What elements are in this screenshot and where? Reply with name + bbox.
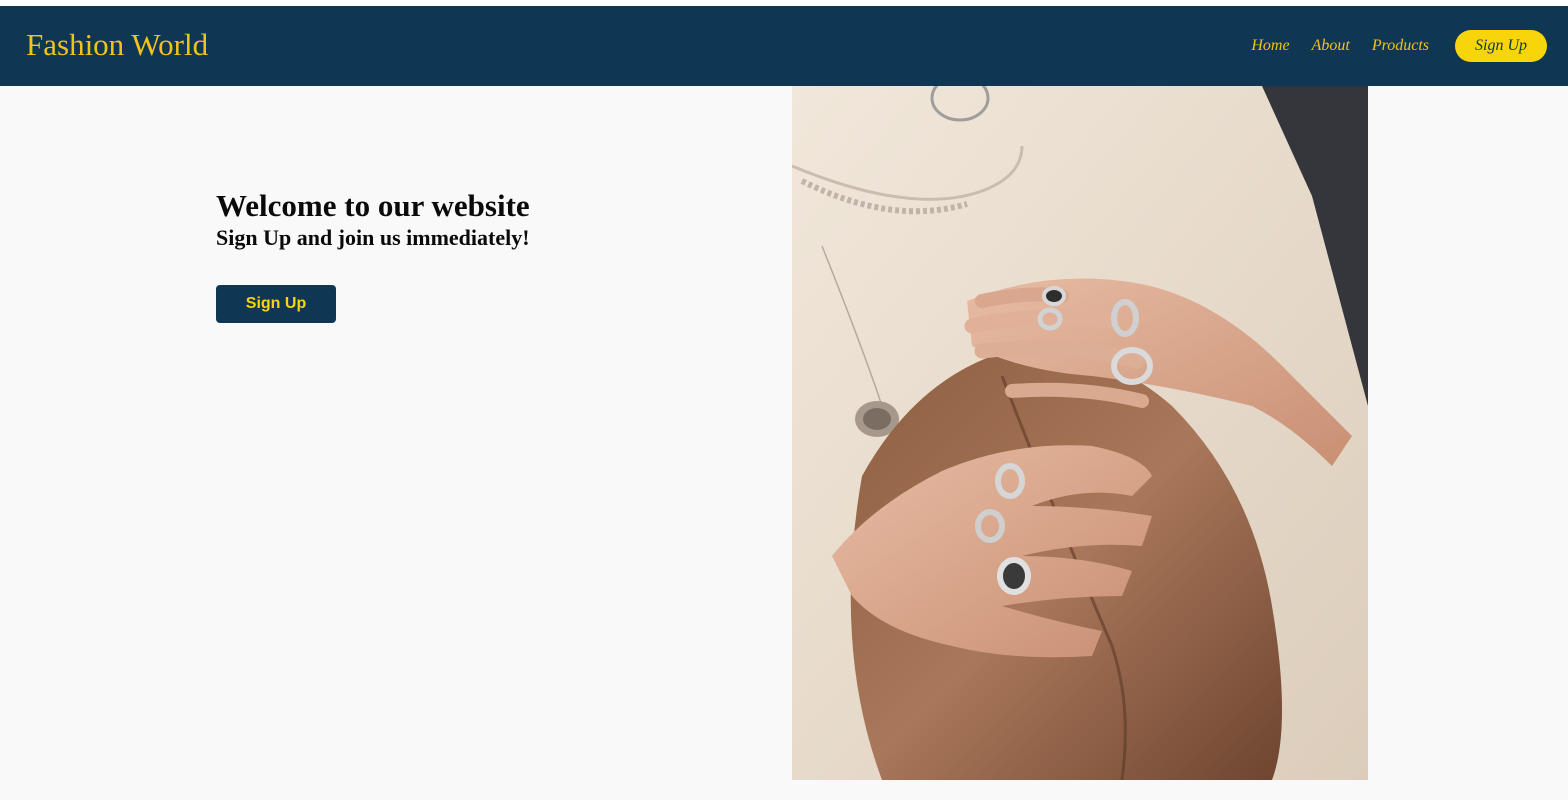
nav-signup-button[interactable]: Sign Up bbox=[1455, 30, 1547, 62]
hero-photo bbox=[792, 86, 1368, 780]
hero-text: Welcome to our website Sign Up and join … bbox=[216, 188, 736, 252]
brand-logo[interactable]: Fashion World bbox=[26, 26, 208, 64]
nav-link-about[interactable]: About bbox=[1312, 37, 1350, 55]
hero-title: Welcome to our website bbox=[216, 188, 530, 223]
hero-signup-button[interactable]: Sign Up bbox=[216, 285, 336, 323]
nav-link-products[interactable]: Products bbox=[1372, 37, 1429, 55]
navbar: Fashion World Home About Products Sign U… bbox=[0, 6, 1568, 86]
hero-subtitle: Sign Up and join us immediately! bbox=[216, 225, 530, 250]
nav-links: Home About Products Sign Up bbox=[1229, 6, 1568, 86]
nav-link-home[interactable]: Home bbox=[1251, 37, 1289, 55]
